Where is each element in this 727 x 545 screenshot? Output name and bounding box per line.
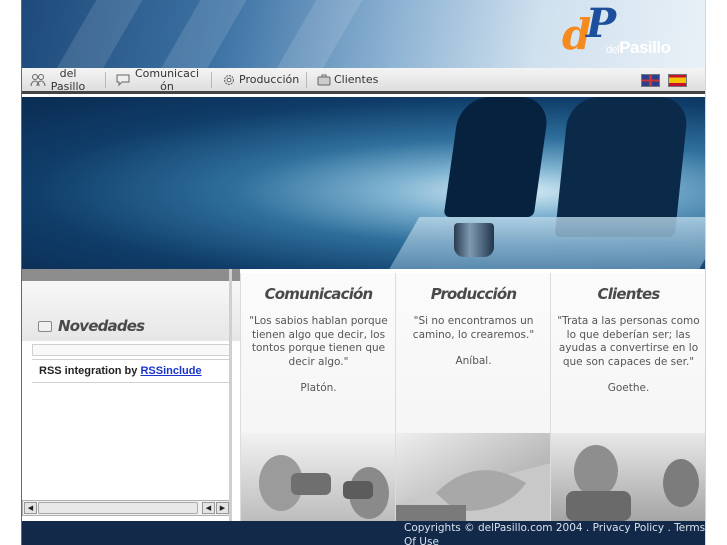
header-light-ray: [49, 0, 155, 68]
english-flag-icon[interactable]: [641, 74, 660, 87]
news-sidebar: Novedades RSS integration by RSSinclude …: [22, 269, 240, 521]
nav-item-produccion[interactable]: Producción: [221, 68, 301, 91]
banner-chair-silhouette: [554, 97, 690, 237]
sidebar-header: Novedades: [22, 281, 240, 341]
scroll-right-icon[interactable]: ▶: [216, 502, 229, 514]
logo-del: del: [606, 44, 620, 56]
speech-bubble-icon: [115, 73, 131, 87]
header-light-ray: [159, 0, 265, 68]
banner-mug: [454, 223, 494, 257]
people-icon: [30, 73, 46, 87]
quote-author: Goethe.: [607, 382, 650, 394]
nav-item-del-pasillo[interactable]: del Pasillo: [30, 66, 102, 93]
nav-separator: [306, 72, 307, 88]
site-logo[interactable]: d P delPasillo: [562, 4, 702, 64]
column-quote: "Los sabios hablan porque tienen algo qu…: [247, 315, 390, 396]
sidebar-divider: [229, 269, 232, 521]
quote-text: "Trata a las personas como lo que deberí…: [557, 315, 700, 368]
logo-name: Pasillo: [619, 38, 671, 57]
comunicacion-photo: [241, 433, 395, 521]
sidebar-spacer-box: [32, 344, 232, 356]
column-clientes: Clientes "Trata a las personas como lo q…: [550, 273, 705, 521]
footer-links[interactable]: Copyrights © delPasillo.com 2004 . Priva…: [404, 521, 706, 545]
banner-desk: [384, 217, 705, 269]
nav-separator: [211, 72, 212, 88]
banner-chair-silhouette: [443, 97, 551, 217]
column-title: Producción: [430, 285, 517, 303]
quote-text: "Si no encontramos un camino, lo crearem…: [412, 315, 535, 341]
rss-credit: RSS integration by RSSinclude: [32, 359, 232, 383]
frame-right-border: [705, 0, 706, 545]
page-frame: d P delPasillo del Pasillo Comunicación …: [22, 0, 705, 545]
scroll-left-icon[interactable]: ◀: [24, 502, 37, 514]
sidebar-title: Novedades: [58, 317, 145, 335]
rss-include-link[interactable]: RSSinclude: [140, 365, 201, 377]
logo-wordmark: delPasillo: [606, 38, 671, 58]
column-comunicacion: Comunicación "Los sabios hablan porque t…: [240, 273, 395, 521]
content-columns: Comunicación "Los sabios hablan porque t…: [240, 273, 705, 521]
nav-label: del Pasillo: [50, 66, 86, 93]
column-title: Clientes: [597, 285, 660, 303]
column-quote: "Si no encontramos un camino, lo crearem…: [402, 315, 545, 369]
folder-icon: [38, 321, 52, 332]
column-quote: "Trata a las personas como lo que deberí…: [557, 315, 700, 396]
sidebar-top-bar: [22, 269, 240, 281]
horizontal-scrollbar[interactable]: ◀ ◀ ▶: [22, 500, 232, 516]
nav-label: Producción: [239, 73, 300, 86]
nav-item-comunicacion[interactable]: Comunicación: [115, 66, 205, 93]
column-produccion: Producción "Si no encontramos un camino,…: [395, 273, 550, 521]
nav-item-clientes[interactable]: Clientes: [316, 68, 386, 91]
column-title: Comunicación: [264, 285, 374, 303]
scrollbar-thumb[interactable]: [38, 502, 198, 514]
header-light-ray: [269, 0, 375, 68]
nav-separator: [105, 72, 106, 88]
quote-author: Aníbal.: [455, 355, 492, 367]
rss-prefix: RSS integration by: [39, 365, 141, 377]
site-header: d P delPasillo: [22, 0, 705, 68]
scroll-left-icon[interactable]: ◀: [202, 502, 215, 514]
main-nav: del Pasillo Comunicación Producción Clie…: [22, 66, 705, 94]
hero-banner-image: [22, 97, 705, 269]
nav-label: Comunicación: [134, 66, 200, 93]
site-footer: Copyrights © delPasillo.com 2004 . Priva…: [22, 521, 705, 545]
clientes-photo: [551, 433, 705, 521]
produccion-photo: [396, 433, 550, 521]
quote-text: "Los sabios hablan porque tienen algo qu…: [249, 315, 388, 368]
spanish-flag-icon[interactable]: [668, 74, 687, 87]
quote-author: Platón.: [300, 382, 337, 394]
nav-label: Clientes: [334, 73, 379, 86]
gear-icon: [221, 73, 237, 87]
briefcase-icon: [316, 73, 332, 87]
